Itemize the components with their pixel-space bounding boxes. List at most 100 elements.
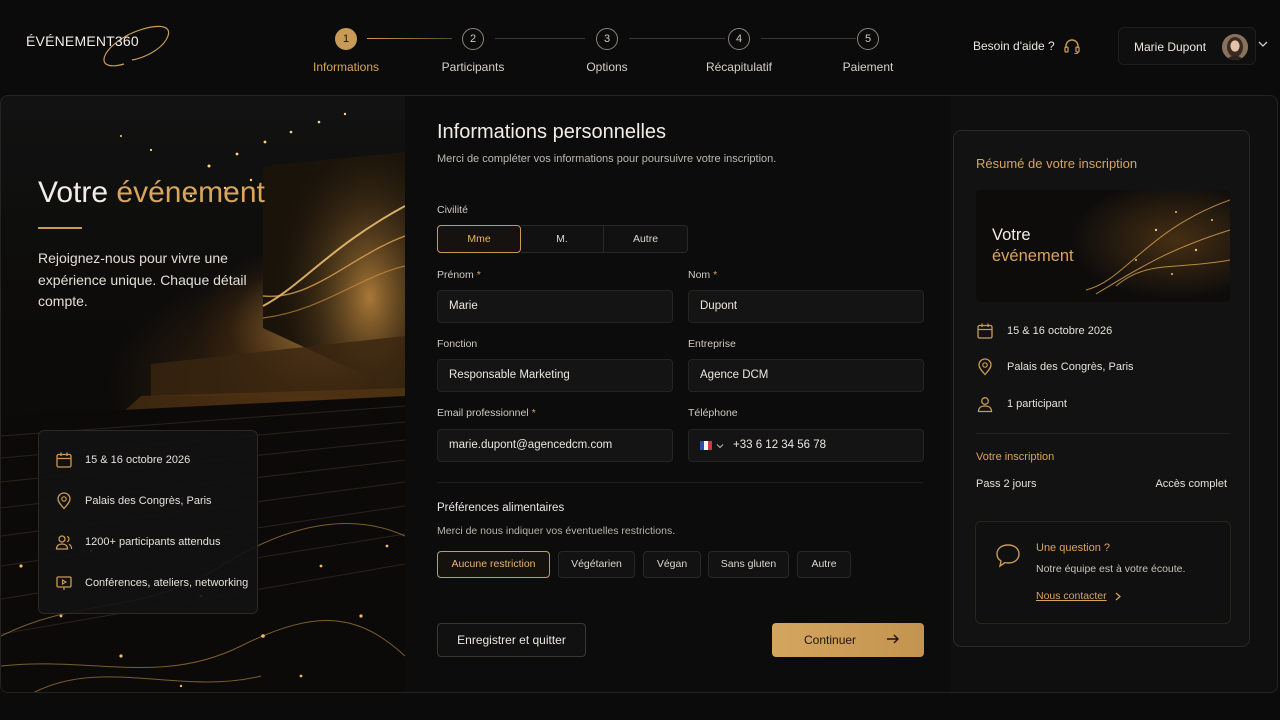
hero-description: Rejoignez-nous pour vivre une expérience… — [38, 250, 247, 309]
entreprise-label: Entreprise — [688, 338, 736, 350]
diet-chip-aucune[interactable]: Aucune restriction — [437, 551, 550, 578]
save-and-quit-button[interactable]: Enregistrer et quitter — [437, 623, 586, 657]
form-title: Informations personnelles — [437, 121, 667, 143]
nom-input[interactable]: Dupont — [688, 290, 924, 323]
help-question-box: Une question ? Notre équipe est à votre … — [975, 521, 1231, 624]
registration-card: Votre événement Rejoignez-nous pour vivr… — [0, 95, 1278, 693]
hero-divider — [38, 227, 82, 229]
fonction-input[interactable]: Responsable Marketing — [437, 359, 673, 392]
step-number: 1 — [335, 28, 357, 50]
detail-dates: 15 & 16 octobre 2026 — [55, 450, 190, 470]
contact-link[interactable]: Nous contacter — [1036, 590, 1121, 602]
step-label: Informations — [312, 60, 380, 74]
headset-icon — [1064, 39, 1080, 54]
step-number: 2 — [462, 28, 484, 50]
detail-label: 1200+ participants attendus — [85, 536, 221, 548]
hero-title-prefix: Votre — [38, 176, 109, 209]
diet-chip-vegetarien[interactable]: Végétarien — [558, 551, 635, 578]
prenom-label: Prénom * — [437, 269, 481, 281]
preferences-subtitle: Merci de nous indiquer vos éventuelles r… — [437, 525, 676, 537]
chevron-right-icon — [1115, 592, 1121, 600]
email-input[interactable]: marie.dupont@agencedcm.com — [437, 429, 673, 462]
email-label-text: Email professionnel — [437, 407, 529, 419]
summary-participants: 1 participant — [976, 394, 1067, 414]
location-pin-icon — [57, 492, 71, 510]
diet-chip-sans-gluten[interactable]: Sans gluten — [708, 551, 789, 578]
step-label: Participants — [441, 60, 505, 74]
country-selector[interactable] — [700, 441, 724, 450]
summary-title: Résumé de votre inscription — [976, 156, 1138, 171]
detail-participants: 1200+ participants attendus — [55, 532, 220, 552]
step-number: 5 — [857, 28, 879, 50]
calendar-icon — [56, 452, 72, 468]
banner-accent: événement — [992, 247, 1074, 265]
diet-chip-vegan[interactable]: Végan — [643, 551, 701, 578]
telephone-label: Téléphone — [688, 407, 738, 419]
user-icon — [977, 397, 993, 413]
step-number: 4 — [728, 28, 750, 50]
step-label: Paiement — [842, 60, 894, 74]
civilite-option-m[interactable]: M. — [521, 225, 604, 253]
hero-title-accent: événement — [116, 176, 265, 209]
civilite-label: Civilité — [437, 204, 468, 216]
question-text: Notre équipe est à votre écoute. — [1036, 563, 1186, 575]
detail-location: Palais des Congrès, Paris — [55, 491, 212, 511]
preferences-title: Préférences alimentaires — [437, 502, 565, 514]
logo[interactable]: ÉVÉNEMENT360 — [26, 22, 170, 67]
step-paiement[interactable]: 5 Paiement — [813, 28, 923, 74]
summary-location: Palais des Congrès, Paris — [976, 357, 1134, 377]
event-hero: Votre événement Rejoignez-nous pour vivr… — [1, 96, 405, 692]
fonction-label: Fonction — [437, 338, 478, 350]
continue-button[interactable]: Continuer — [772, 623, 924, 657]
step-number: 3 — [596, 28, 618, 50]
required-mark: * — [713, 269, 718, 281]
access-level: Accès complet — [1155, 478, 1227, 490]
user-menu[interactable]: Marie Dupont — [1118, 27, 1256, 65]
summary-banner-title: Votre événement — [992, 225, 1074, 267]
help-link[interactable]: Besoin d'aide ? — [973, 38, 1081, 54]
summary-row-label: 1 participant — [1007, 398, 1067, 410]
user-name: Marie Dupont — [1134, 40, 1207, 54]
step-label: Récapitulatif — [705, 60, 773, 74]
detail-label: Conférences, ateliers, networking — [85, 577, 249, 589]
location-pin-icon — [978, 358, 992, 376]
logo-text: ÉVÉNEMENT360 — [26, 33, 139, 49]
summary-dates: 15 & 16 octobre 2026 — [976, 321, 1112, 341]
form-subtitle: Merci de compléter vos informations pour… — [437, 153, 777, 165]
inscription-label: Votre inscription — [976, 451, 1055, 463]
chevron-down-icon[interactable] — [1258, 40, 1268, 48]
step-label: Options — [586, 60, 628, 74]
nom-label-text: Nom — [688, 269, 711, 281]
civilite-option-mme[interactable]: Mme — [437, 225, 521, 253]
required-mark: * — [476, 269, 481, 281]
summary-event-banner: Votre événement — [976, 190, 1230, 302]
entreprise-input[interactable]: Agence DCM — [688, 359, 924, 392]
step-informations[interactable]: 1 Informations — [291, 28, 401, 74]
prenom-input[interactable]: Marie — [437, 290, 673, 323]
step-participants[interactable]: 2 Participants — [418, 28, 528, 74]
email-label: Email professionnel * — [437, 407, 536, 419]
detail-label: 15 & 16 octobre 2026 — [85, 454, 191, 466]
civilite-option-autre[interactable]: Autre — [604, 225, 688, 253]
chevron-down-icon — [716, 443, 724, 448]
telephone-field: +33 6 12 34 56 78 — [688, 429, 924, 462]
progress-stepper: 1 Informations 2 Participants 3 Options … — [300, 28, 920, 78]
contact-link-label: Nous contacter — [1036, 590, 1107, 602]
telephone-input[interactable]: +33 6 12 34 56 78 — [733, 430, 826, 461]
step-options[interactable]: 3 Options — [552, 28, 662, 74]
help-label: Besoin d'aide ? — [973, 39, 1055, 53]
section-divider — [437, 482, 923, 483]
chat-bubble-icon — [996, 544, 1020, 568]
required-mark: * — [531, 407, 536, 419]
nom-label: Nom * — [688, 269, 717, 281]
banner-prefix: Votre — [992, 226, 1031, 244]
diet-chip-autre[interactable]: Autre — [797, 551, 851, 578]
summary-divider — [976, 433, 1230, 434]
france-flag-icon — [700, 441, 712, 450]
summary-row-label: 15 & 16 octobre 2026 — [1007, 325, 1113, 337]
continue-label: Continuer — [804, 633, 857, 647]
pass-type: Pass 2 jours — [976, 478, 1037, 490]
avatar-portrait — [1222, 34, 1248, 60]
registration-summary: Résumé de votre inscription Votre événem… — [953, 130, 1250, 647]
step-recapitulatif[interactable]: 4 Récapitulatif — [684, 28, 794, 74]
